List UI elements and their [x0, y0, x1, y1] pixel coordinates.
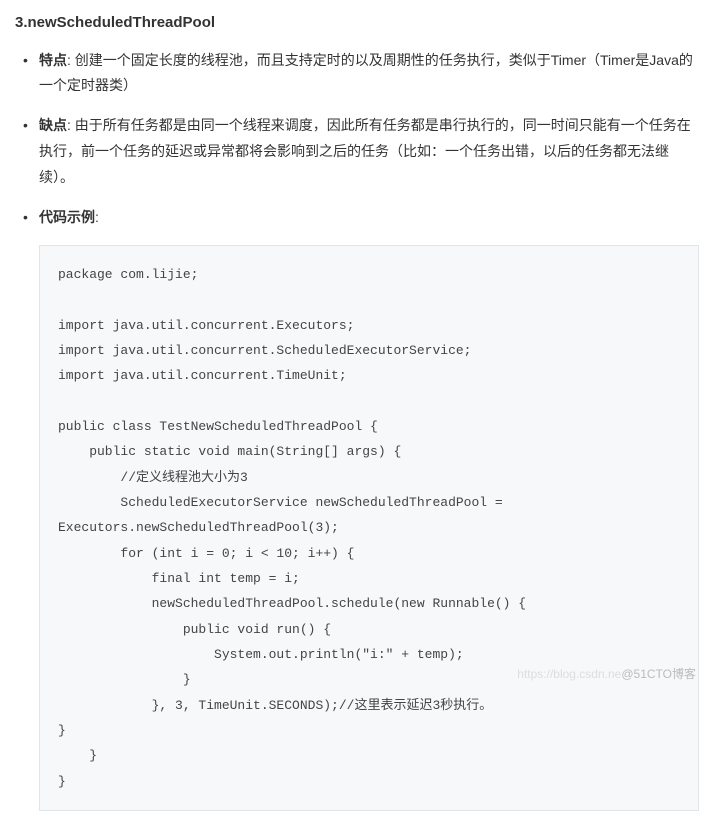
bullet-label: 缺点: [39, 117, 67, 133]
bullet-label: 特点: [39, 52, 67, 68]
bullet-item-drawbacks: 缺点: 由于所有任务都是由同一个线程来调度，因此所有任务都是串行执行的，同一时间…: [39, 113, 699, 191]
bullet-text: : 由于所有任务都是由同一个线程来调度，因此所有任务都是串行执行的，同一时间只能…: [39, 117, 691, 185]
bullet-item-code-example: 代码示例:: [39, 205, 699, 231]
bullet-item-features: 特点: 创建一个固定长度的线程池，而且支持定时的以及周期性的任务执行，类似于Ti…: [39, 48, 699, 100]
bullet-text: :: [95, 209, 99, 225]
bullet-text: : 创建一个固定长度的线程池，而且支持定时的以及周期性的任务执行，类似于Time…: [39, 52, 693, 94]
section-heading: 3.newScheduledThreadPool: [15, 10, 699, 36]
bullet-list: 特点: 创建一个固定长度的线程池，而且支持定时的以及周期性的任务执行，类似于Ti…: [15, 48, 699, 231]
bullet-label: 代码示例: [39, 209, 95, 225]
code-block: package com.lijie; import java.util.conc…: [39, 245, 699, 811]
